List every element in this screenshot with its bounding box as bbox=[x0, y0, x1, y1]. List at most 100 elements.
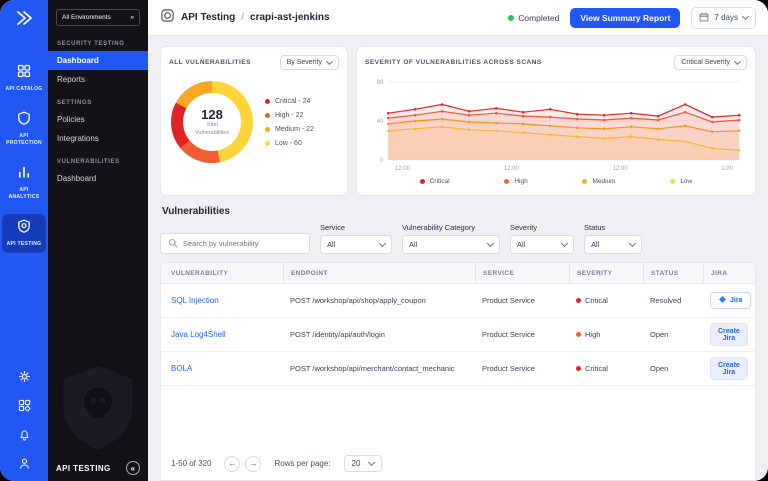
chart-legend: Critical High Medium Low bbox=[365, 178, 747, 187]
filter-status: Status All bbox=[584, 223, 642, 254]
create-jira-button[interactable]: Create Jira bbox=[710, 323, 748, 346]
donut-center-label: 128 Total Vulnerabilities bbox=[171, 81, 253, 163]
filter-severity: Severity All bbox=[510, 223, 574, 254]
table-row[interactable]: BOLA POST /workshop/api/merchant/contact… bbox=[161, 352, 755, 386]
chart-x-axis-labels: 12:00 12:00 12:00 1:00 bbox=[365, 166, 747, 172]
sidebar-item-policies[interactable]: Policies bbox=[48, 110, 148, 129]
severity-filter-select[interactable]: Critical Severity bbox=[674, 55, 747, 70]
rail-item-api-protection[interactable]: API PROTECTION bbox=[2, 106, 46, 153]
sidebar: All Environments » SECURITY TESTING Dash… bbox=[48, 0, 148, 481]
vulnerabilities-section-title: Vulnerabilities bbox=[162, 206, 754, 217]
notifications-bell-icon[interactable] bbox=[18, 428, 31, 446]
category-select[interactable]: All bbox=[402, 235, 500, 254]
rail-item-api-catalog[interactable]: API CATALOG bbox=[2, 59, 46, 99]
rail-item-label: API CATALOG bbox=[5, 86, 42, 94]
sidebar-item-integrations[interactable]: Integrations bbox=[48, 129, 148, 148]
shield-bug-icon bbox=[17, 219, 31, 238]
critical-dot-icon bbox=[265, 99, 270, 104]
filter-service: Service All bbox=[320, 223, 392, 254]
rail-item-api-testing[interactable]: API TESTING bbox=[2, 214, 46, 254]
status-cell: Resolved bbox=[643, 296, 703, 305]
service-cell: Product Service bbox=[475, 296, 569, 305]
severity-dot-icon bbox=[576, 298, 581, 303]
rail-item-label: API PROTECTION bbox=[4, 133, 44, 148]
jira-link-button[interactable]: Jira bbox=[710, 292, 751, 309]
sidebar-item-vuln-dashboard[interactable]: Dashboard bbox=[48, 169, 148, 188]
endpoint-cell: POST /identity/api/auth/login bbox=[283, 330, 475, 339]
date-range-select[interactable]: 7 days bbox=[691, 7, 756, 29]
medium-dot-icon bbox=[265, 127, 270, 132]
environment-selector[interactable]: All Environments » bbox=[56, 9, 140, 26]
settings-gear-icon[interactable] bbox=[18, 370, 31, 388]
status-label: Completed bbox=[518, 13, 559, 23]
severity-donut-chart: 128 Total Vulnerabilities bbox=[171, 81, 253, 163]
pagination-bar: 1-50 of 320 ← → Rows per page: 20 bbox=[161, 447, 755, 480]
app-window: API CATALOG API PROTECTION API ANALYTICS bbox=[0, 0, 768, 481]
vulnerability-link[interactable]: Java Log4Shell bbox=[171, 330, 226, 339]
create-jira-button[interactable]: Create Jira bbox=[710, 357, 748, 380]
rail-item-label: API ANALYTICS bbox=[4, 187, 44, 202]
high-dot-icon bbox=[265, 113, 270, 118]
severity-cell: Critical bbox=[569, 364, 643, 373]
table-row[interactable]: SQL Injection POST /workshop/api/shop/ap… bbox=[161, 284, 755, 318]
next-page-button[interactable]: → bbox=[245, 456, 261, 472]
previous-page-button[interactable]: ← bbox=[224, 456, 240, 472]
service-cell: Product Service bbox=[475, 364, 569, 373]
date-range-value: 7 days bbox=[714, 13, 738, 22]
vulnerability-search[interactable] bbox=[160, 233, 310, 254]
donut-card-title: ALL VULNERABILITIES bbox=[169, 59, 251, 66]
section-title-security-testing: SECURITY TESTING bbox=[57, 41, 139, 47]
main-area: API Testing / crapi-ast-jenkins Complete… bbox=[148, 0, 768, 481]
chevron-down-icon bbox=[326, 58, 333, 65]
brand-logo-icon bbox=[14, 8, 34, 33]
chevron-down-icon bbox=[629, 240, 636, 247]
low-dot-icon bbox=[670, 179, 675, 184]
svg-text:80: 80 bbox=[377, 80, 384, 86]
table-row[interactable]: Java Log4Shell POST /identity/api/auth/l… bbox=[161, 318, 755, 352]
double-chevron-right-icon: » bbox=[130, 14, 134, 21]
low-dot-icon bbox=[265, 141, 270, 146]
top-bar-right: Completed View Summary Report 7 days bbox=[508, 7, 756, 29]
severity-across-scans-card: SEVERITY OF VULNERABILITIES ACROSS SCANS… bbox=[356, 46, 756, 196]
status-select[interactable]: All bbox=[584, 235, 642, 254]
rows-per-page-label: Rows per page: bbox=[274, 459, 330, 468]
severity-dot-icon bbox=[576, 366, 581, 371]
legend-item-critical: Critical - 24 bbox=[265, 98, 314, 105]
critical-dot-icon bbox=[420, 179, 425, 184]
vulnerability-link[interactable]: SQL Injection bbox=[171, 296, 219, 305]
legend-item-high: High - 22 bbox=[265, 112, 314, 119]
search-icon bbox=[168, 235, 178, 253]
jira-diamond-icon bbox=[719, 296, 726, 305]
breadcrumb-root[interactable]: API Testing bbox=[181, 12, 235, 23]
severity-select[interactable]: All bbox=[510, 235, 574, 254]
vulnerabilities-table: VULNERABILITY ENDPOINT SERVICE SEVERITY … bbox=[160, 262, 756, 481]
view-summary-report-button[interactable]: View Summary Report bbox=[570, 8, 680, 28]
sidebar-item-dashboard[interactable]: Dashboard bbox=[48, 51, 148, 70]
rail-item-api-analytics[interactable]: API ANALYTICS bbox=[2, 160, 46, 207]
chevron-down-icon bbox=[487, 240, 494, 247]
apps-widgets-icon[interactable] bbox=[18, 399, 31, 417]
chart-legend-high: High bbox=[504, 178, 527, 185]
status-cell: Open bbox=[643, 330, 703, 339]
severity-cell: High bbox=[569, 330, 643, 339]
severity-dot-icon bbox=[576, 332, 581, 337]
profile-user-icon[interactable] bbox=[18, 457, 31, 475]
total-vulnerabilities-count: 128 bbox=[201, 107, 223, 122]
high-dot-icon bbox=[504, 179, 509, 184]
by-severity-select[interactable]: By Severity bbox=[280, 55, 339, 70]
legend-item-medium: Medium - 22 bbox=[265, 126, 314, 133]
vulnerability-link[interactable]: BOLA bbox=[171, 364, 192, 373]
dashboard-content: ALL VULNERABILITIES By Severity 128 Tota… bbox=[148, 36, 768, 481]
environment-selector-label: All Environments bbox=[62, 14, 111, 21]
svg-text:40: 40 bbox=[377, 119, 384, 125]
severity-line-chart: 04080 bbox=[365, 74, 747, 166]
sidebar-item-reports[interactable]: Reports bbox=[48, 70, 148, 89]
all-vulnerabilities-card: ALL VULNERABILITIES By Severity 128 Tota… bbox=[160, 46, 348, 196]
section-title-vulnerabilities: VULNERABILITIES bbox=[57, 159, 139, 165]
service-select[interactable]: All bbox=[320, 235, 392, 254]
filters-row: Service All Vulnerability Category All S… bbox=[160, 223, 756, 254]
table-header-row: VULNERABILITY ENDPOINT SERVICE SEVERITY … bbox=[161, 263, 755, 284]
search-input[interactable] bbox=[183, 239, 302, 248]
rows-per-page-select[interactable]: 20 bbox=[344, 455, 383, 472]
collapse-sidebar-button[interactable]: « bbox=[126, 461, 140, 475]
